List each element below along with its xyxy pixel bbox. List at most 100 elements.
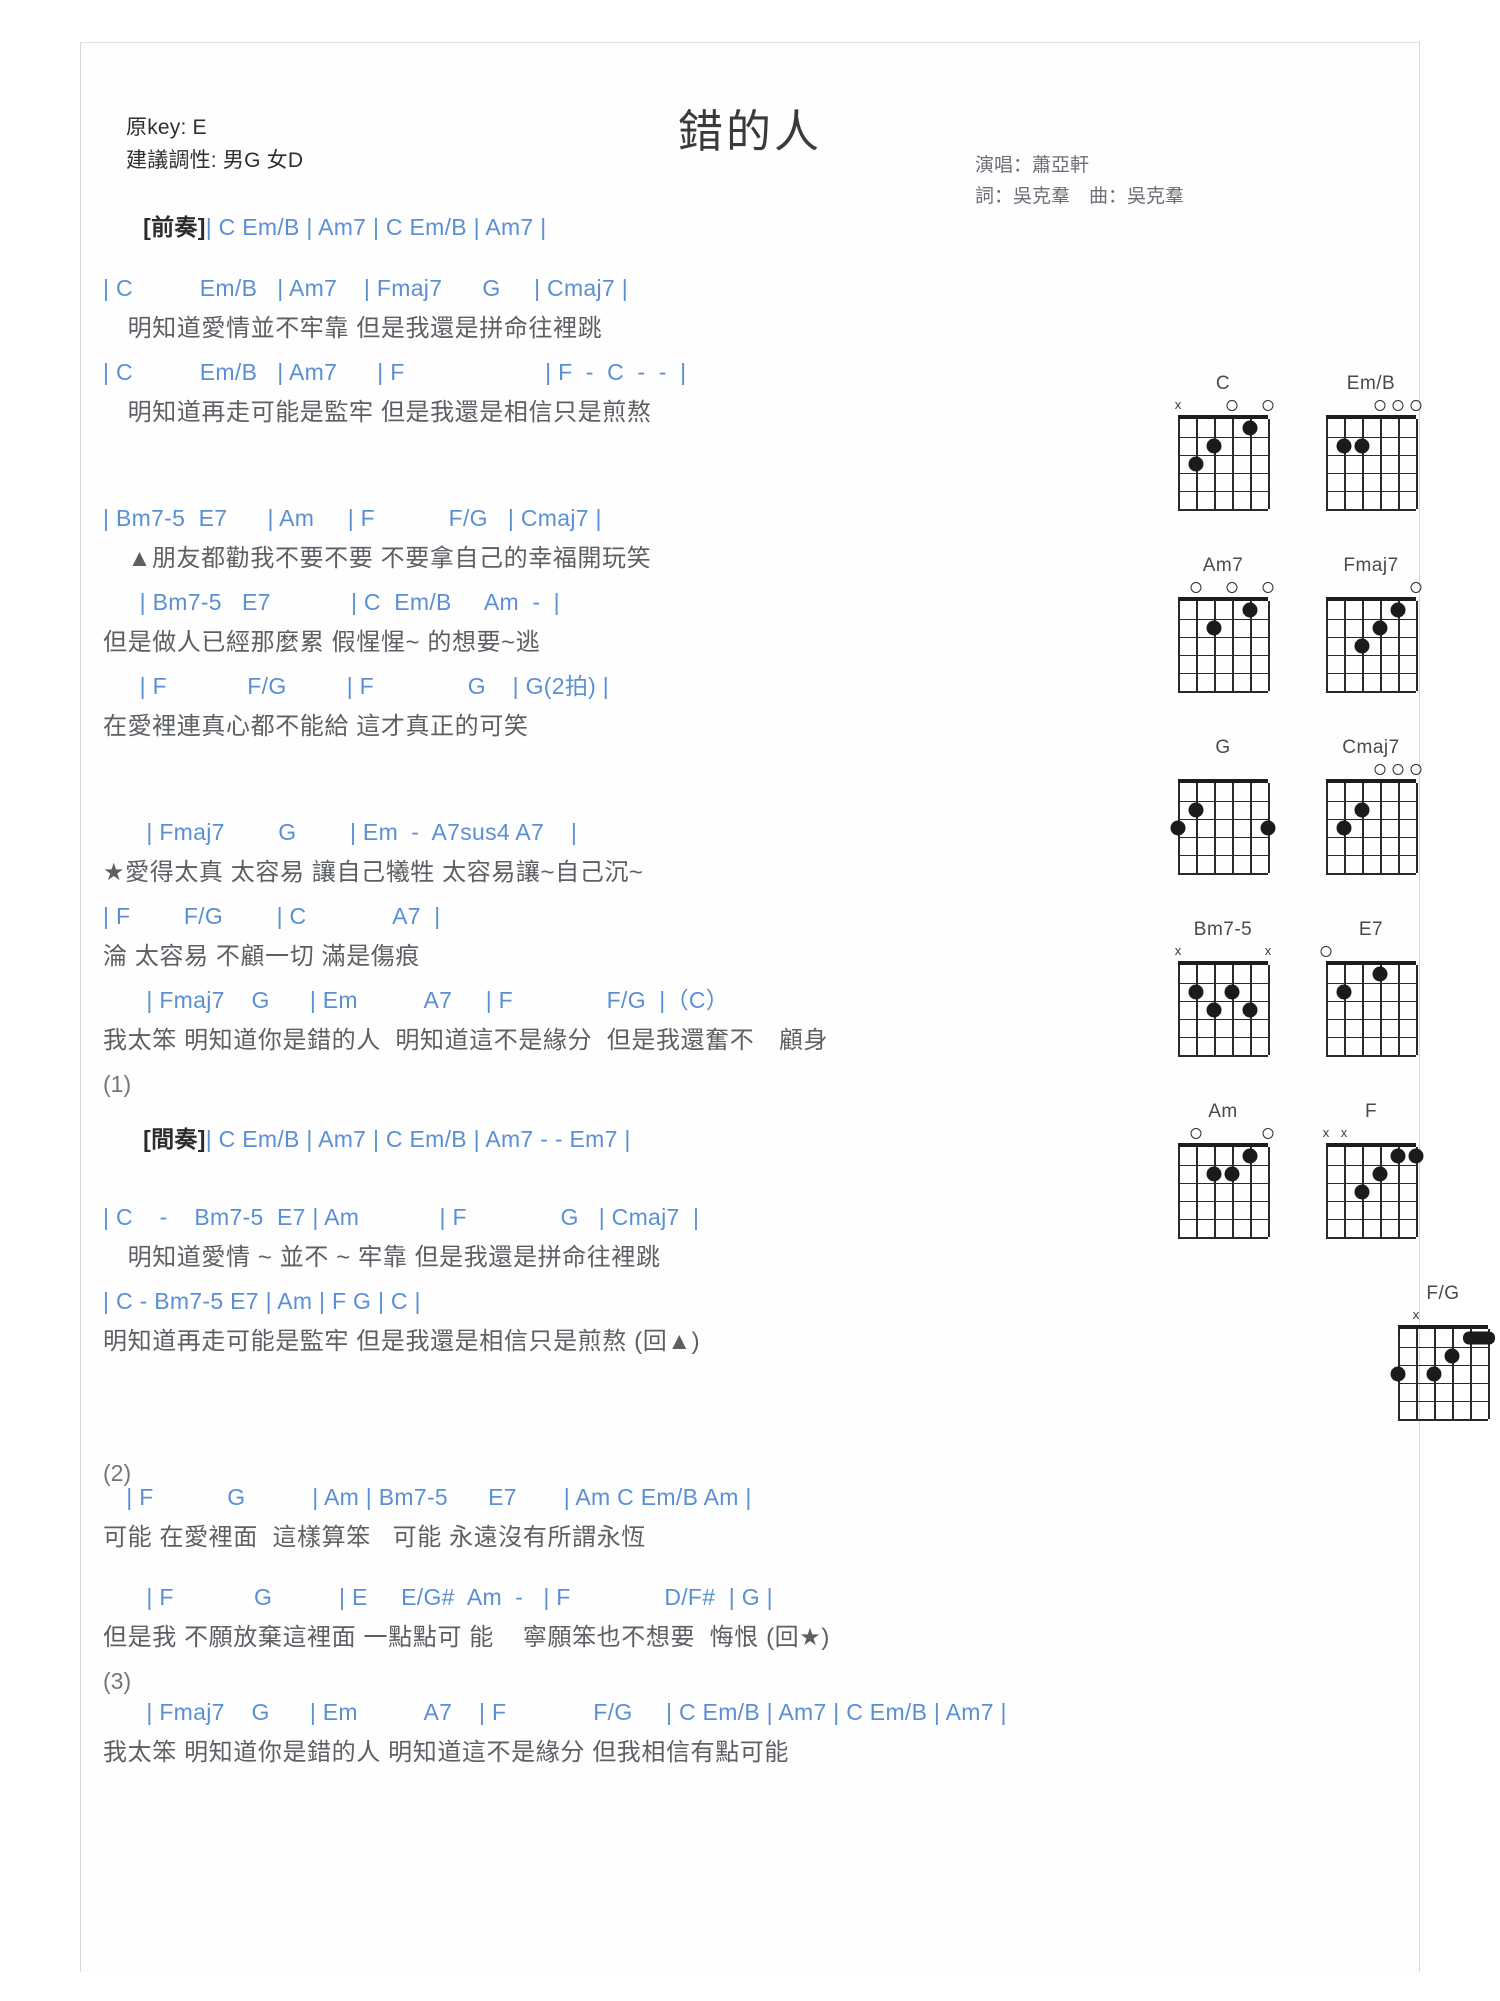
fret-grid — [1390, 1325, 1495, 1421]
finger-dot — [1372, 966, 1388, 982]
open-string-icon — [1321, 944, 1332, 957]
chord-diagram-row: Bm7-5 x x E7 — [1171, 919, 1500, 1057]
verse-4-block: (2) | F G | Am | Bm7-5 E7 | Am C Em/B Am… — [103, 1460, 1103, 1694]
chord-name-label: Bm7-5 — [1193, 919, 1253, 940]
chord-diagram-row: F/G x — [1171, 1283, 1500, 1421]
fret-grid — [1178, 1143, 1270, 1239]
chord-diagram-em-b: Em/B — [1319, 373, 1423, 511]
open-mute-markers — [1171, 579, 1275, 596]
finger-dot — [1242, 602, 1258, 618]
open-mute-markers: x — [1391, 1307, 1495, 1324]
chord-sheet-body: [前奏]| C Em/B | Am7 | C Em/B | Am7 | | C … — [103, 193, 1103, 1785]
finger-dot — [1336, 984, 1352, 1000]
fret-grid — [1178, 415, 1270, 511]
finger-dot — [1390, 1366, 1406, 1382]
chord-diagram-panel: Cx Em/B Am7 Fmaj7 G Cmaj7 Bm7-5 x x E7 Am Fx x F/G x — [1170, 373, 1500, 1465]
finger-dot — [1260, 820, 1276, 836]
fret-grid — [1326, 415, 1418, 511]
muted-string-icon: x — [1322, 1125, 1330, 1140]
chorus-marker-1: (1) — [103, 1071, 132, 1097]
verse1-chords-1: | C Em/B | Am7 | Fmaj7 G | Cmaj7 | — [103, 275, 628, 301]
muted-string-icon: x — [1412, 1307, 1420, 1322]
finger-dot — [1242, 1002, 1258, 1018]
interlude-line: [間奏]| C Em/B | Am7 | C Em/B | Am7 - - Em… — [103, 1104, 1103, 1150]
fret-grid — [1326, 961, 1418, 1057]
verse1-lyric-2: 明知道再走可能是監牢 但是我還是相信只是煎熬 — [103, 399, 652, 426]
finger-dot — [1390, 602, 1406, 618]
verse2-chords-3: | F F/G | F G | G(2拍) | — [103, 673, 610, 699]
verse-3-block: | C - Bm7-5 E7 | Am | F G | Cmaj7 | 明知道愛… — [103, 1206, 1103, 1374]
chord-fretboard — [1319, 397, 1423, 511]
open-mute-markers — [1319, 397, 1423, 414]
verse1-chords-2: | C Em/B | Am7 | F | F - C - - | — [103, 359, 687, 385]
chord-name-label: F — [1364, 1101, 1378, 1122]
finger-dot — [1336, 438, 1352, 454]
finger-dot — [1224, 1166, 1240, 1182]
chord-name-label: C — [1215, 373, 1231, 394]
chord-diagram-row: G Cmaj7 — [1170, 737, 1500, 875]
finger-dot — [1188, 456, 1204, 472]
verse4-marker-3: (3) — [103, 1667, 132, 1694]
open-string-icon — [1375, 762, 1386, 775]
open-string-icon — [1227, 398, 1238, 411]
barre-bar — [1463, 1331, 1495, 1345]
ending-chords-1: | Fmaj7 G | Em A7 | F F/G | C Em/B | Am7… — [103, 1699, 1007, 1726]
chord-name-label: E7 — [1358, 919, 1384, 940]
chorus-lyric-2: 淪 太容易 不顧一切 滿是傷痕 — [103, 943, 421, 970]
ending-lyric-1: 我太笨 明知道你是錯的人 明知道這不是緣分 但我相信有點可能 — [103, 1739, 790, 1767]
chorus-lyric-1: ★愛得太真 太容易 讓自己犧牲 太容易讓~自己沉~ — [103, 859, 644, 886]
chord-fretboard: x — [1390, 1307, 1495, 1421]
chord-name-label: G — [1215, 737, 1231, 758]
open-string-icon — [1411, 398, 1422, 411]
verse4-lyric-2: 但是我 不願放棄這裡面 一點點可 能 寧願笨也不想要 悔恨 (回★) — [103, 1623, 830, 1651]
interlude-chords: | C Em/B | Am7 | C Em/B | Am7 - - Em7 | — [205, 1125, 631, 1152]
finger-dot — [1224, 984, 1240, 1000]
chord-fretboard — [1170, 761, 1276, 875]
verse1-lyric-1: 明知道愛情並不牢靠 但是我還是拼命往裡跳 — [103, 315, 603, 342]
chord-fretboard — [1171, 579, 1275, 693]
open-string-icon — [1191, 1126, 1202, 1139]
open-string-icon — [1191, 580, 1202, 593]
chord-fretboard — [1319, 761, 1423, 875]
chord-diagram-am: Am — [1171, 1101, 1275, 1239]
finger-dot — [1206, 620, 1222, 636]
chord-diagram-c: Cx — [1171, 373, 1275, 511]
open-string-icon — [1263, 1126, 1274, 1139]
chord-fretboard: xx — [1319, 1125, 1424, 1239]
singer-credit: 演唱：蕭亞軒 — [974, 155, 1089, 176]
interlude-tag: [間奏] — [143, 1125, 206, 1152]
finger-dot — [1206, 1166, 1222, 1182]
verse2-lyric-1: ▲朋友都勸我不要不要 不要拿自己的幸福開玩笑 — [103, 545, 652, 572]
verse4-lyric-1: 可能 在愛裡面 這樣算笨 可能 永遠沒有所謂永恆 — [103, 1523, 646, 1551]
open-mute-markers — [1319, 943, 1423, 960]
finger-dot — [1408, 1148, 1424, 1164]
verse4-chords-2: | F G | E E/G# Am - | F D/F# | G | — [103, 1583, 773, 1610]
chord-name-label: Am7 — [1202, 555, 1244, 576]
chord-diagram-row: Cx Em/B — [1171, 373, 1500, 511]
finger-dot — [1354, 1184, 1370, 1200]
verse4-marker-2: (2) — [103, 1460, 132, 1487]
verse3-chords-1: | C - Bm7-5 E7 | Am | F G | Cmaj7 | — [103, 1204, 700, 1231]
finger-dot — [1188, 802, 1204, 818]
chord-diagram-f: Fxx — [1319, 1101, 1424, 1239]
open-mute-markers: x — [1171, 397, 1275, 414]
open-string-icon — [1375, 398, 1386, 411]
open-string-icon — [1263, 580, 1274, 593]
sheet-page: 原key: E 建議調性: 男G 女D 錯的人 演唱：蕭亞軒 詞：吳克羣 曲：吳… — [80, 42, 1495, 1972]
chord-name-label: Am — [1208, 1101, 1238, 1122]
verse3-chords-2: | C - Bm7-5 E7 | Am | F G | C | — [103, 1288, 421, 1315]
chord-name-label: F/G — [1426, 1283, 1460, 1304]
chord-diagram-row: Am7 Fmaj7 — [1171, 555, 1500, 693]
chorus-chords-2: | F F/G | C A7 | — [103, 903, 441, 929]
muted-string-icon: x — [1174, 943, 1182, 958]
finger-dot — [1372, 1166, 1388, 1182]
finger-dot — [1354, 802, 1370, 818]
fret-grid — [1178, 597, 1270, 693]
verse3-lyric-2: 明知道再走可能是監牢 但是我還是相信只是煎熬 (回▲) — [103, 1328, 701, 1356]
open-string-icon — [1263, 398, 1274, 411]
fret-grid — [1326, 1143, 1424, 1239]
muted-string-icon: x — [1174, 397, 1182, 412]
verse2-chords-2: | Bm7-5 E7 | C Em/B Am - | — [103, 589, 560, 615]
chorus-lyric-3: 我太笨 明知道你是錯的人 明知道這不是緣分 但是我還奮不 顧身 — [103, 1027, 829, 1054]
song-title: 錯的人 — [677, 106, 822, 157]
